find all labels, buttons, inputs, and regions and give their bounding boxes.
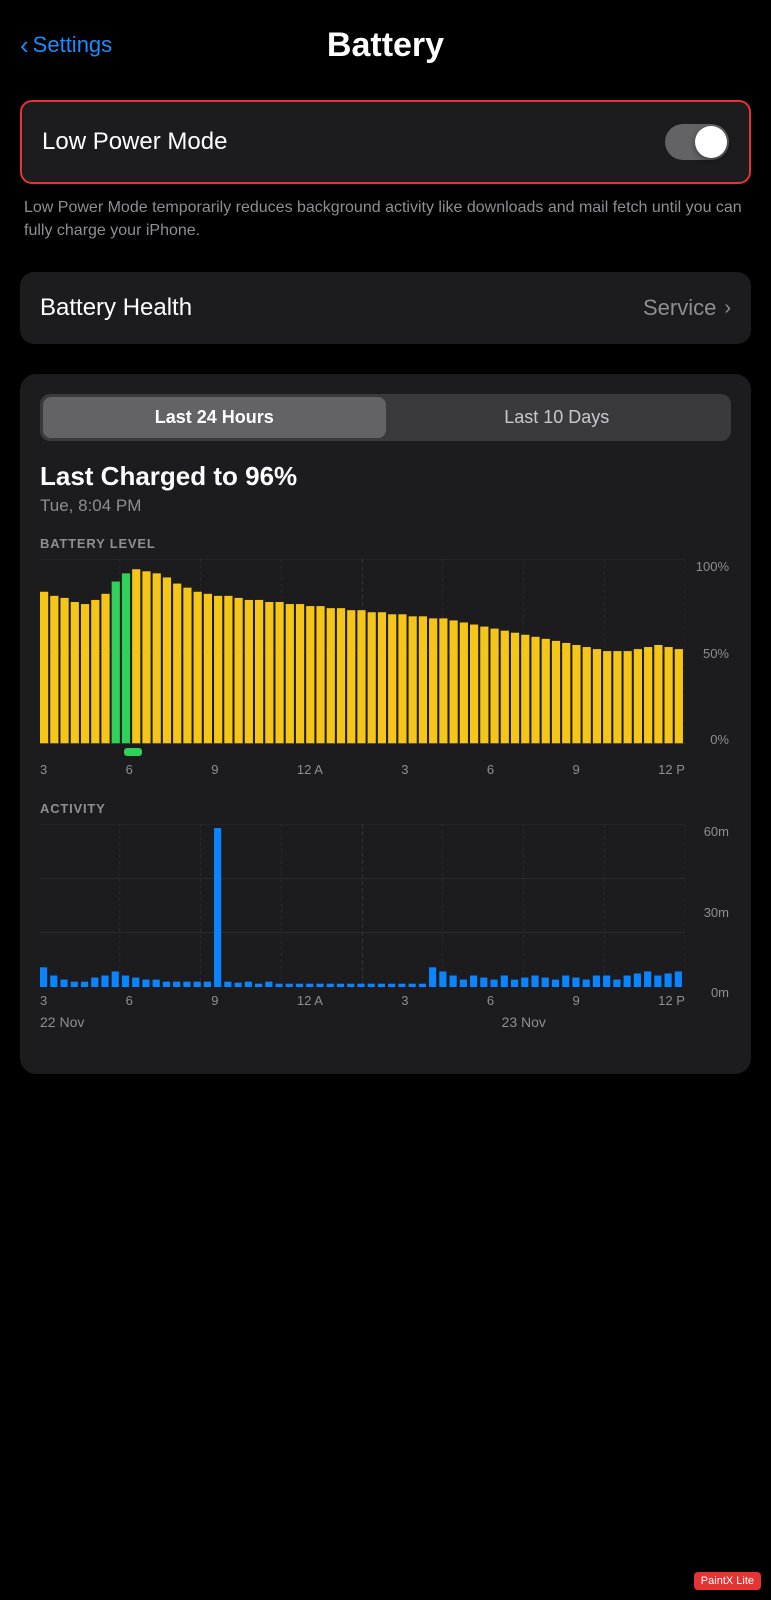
activity-svg: [40, 824, 685, 988]
activity-chart-area: 3 6 9 12 A 3 6 9 12 P 22 Nov 23 Nov: [40, 824, 685, 1031]
chevron-right-icon: ›: [724, 297, 731, 320]
battery-health-status: Service: [643, 295, 716, 321]
low-power-mode-toggle[interactable]: [665, 124, 729, 160]
charts-section: Last 24 Hours Last 10 Days Last Charged …: [20, 374, 751, 1074]
x-label-6a: 6: [126, 762, 133, 777]
low-power-mode-description: Low Power Mode temporarily reduces backg…: [24, 196, 747, 242]
low-power-mode-label: Low Power Mode: [42, 128, 227, 156]
y-label-100: 100%: [696, 559, 729, 574]
back-button[interactable]: ‹ Settings: [20, 32, 112, 58]
last-charged-info: Last Charged to 96% Tue, 8:04 PM: [40, 461, 731, 516]
act-x-6a: 6: [126, 993, 133, 1008]
act-x-3p: 3: [401, 993, 408, 1008]
activity-label: ACTIVITY: [40, 801, 731, 816]
y-label-60m: 60m: [704, 824, 729, 839]
time-tabs: Last 24 Hours Last 10 Days: [40, 394, 731, 441]
back-chevron-icon: ‹: [20, 32, 29, 58]
battery-health-section: Battery Health Service ›: [20, 272, 751, 344]
x-label-6p: 6: [487, 762, 494, 777]
last-charged-title: Last Charged to 96%: [40, 461, 731, 492]
battery-x-labels: 3 6 9 12 A 3 6 9 12 P: [40, 758, 685, 777]
battery-level-label: BATTERY LEVEL: [40, 536, 731, 551]
battery-y-labels: 100% 50% 0%: [696, 559, 731, 746]
toggle-knob: [695, 126, 727, 158]
watermark: PaintX Lite: [694, 1572, 761, 1590]
low-power-mode-section: Low Power Mode Low Power Mode temporaril…: [20, 100, 751, 242]
battery-health-row[interactable]: Battery Health Service ›: [20, 272, 751, 344]
back-label: Settings: [33, 32, 113, 58]
act-x-3a: 3: [40, 993, 47, 1008]
x-label-9p: 9: [573, 762, 580, 777]
y-label-0m: 0m: [711, 985, 729, 1000]
x-label-3p: 3: [401, 762, 408, 777]
date-label-22nov: 22 Nov: [40, 1014, 363, 1030]
battery-health-label: Battery Health: [40, 294, 192, 322]
low-power-mode-row[interactable]: Low Power Mode: [20, 100, 751, 184]
tab-last-10-days[interactable]: Last 10 Days: [386, 397, 729, 438]
battery-level-svg: [72,70,68,66,65,68,72,80,88,92,90,88,85,…: [40, 559, 685, 743]
activity-y-labels: 60m 30m 0m: [704, 824, 731, 1001]
header: ‹ Settings Battery: [0, 0, 771, 90]
act-x-6p: 6: [487, 993, 494, 1008]
tab-last-24-hours[interactable]: Last 24 Hours: [43, 397, 386, 438]
activity-chart-section: ACTIVITY 60m 30m 0m: [40, 801, 731, 1031]
y-label-0: 0%: [710, 732, 729, 747]
x-label-12p: 12 P: [658, 762, 685, 777]
y-label-50: 50%: [703, 646, 729, 661]
x-label-3a: 3: [40, 762, 47, 777]
charging-indicator: [124, 748, 142, 756]
battery-chart-area: [72,70,68,66,65,68,72,80,88,92,90,88,85,…: [40, 559, 685, 776]
battery-health-right: Service ›: [643, 295, 731, 321]
last-charged-subtitle: Tue, 8:04 PM: [40, 496, 731, 516]
battery-level-chart-section: BATTERY LEVEL 100% 50% 0%: [40, 536, 731, 776]
act-x-12a: 12 A: [297, 993, 323, 1008]
x-label-12a: 12 A: [297, 762, 323, 777]
activity-chart-container: 60m 30m 0m: [40, 824, 731, 1031]
date-labels: 22 Nov 23 Nov: [40, 1014, 685, 1030]
act-x-9a: 9: [211, 993, 218, 1008]
act-x-9p: 9: [573, 993, 580, 1008]
act-x-12p: 12 P: [658, 993, 685, 1008]
battery-level-chart-container: 100% 50% 0%: [40, 559, 731, 776]
activity-x-labels: 3 6 9 12 A 3 6 9 12 P: [40, 989, 685, 1008]
x-label-9a: 9: [211, 762, 218, 777]
y-label-30m: 30m: [704, 905, 729, 920]
page-title: Battery: [327, 26, 444, 65]
date-label-23nov: 23 Nov: [363, 1014, 686, 1030]
